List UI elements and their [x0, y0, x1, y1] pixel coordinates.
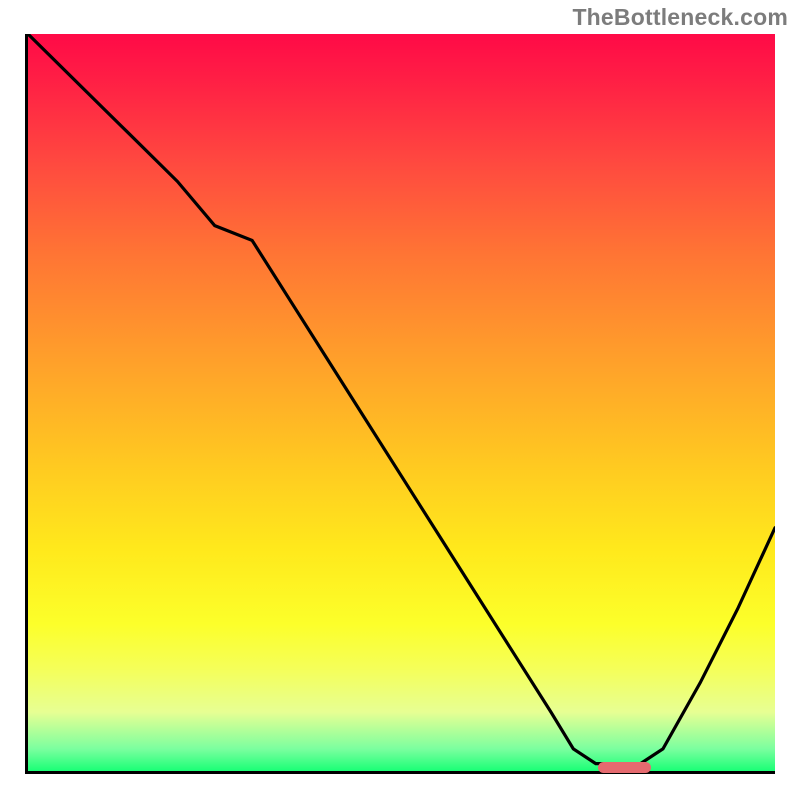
optimal-marker [598, 762, 651, 773]
watermark-text: TheBottleneck.com [572, 4, 788, 31]
plot-area [25, 34, 775, 774]
bottleneck-curve [28, 34, 775, 771]
